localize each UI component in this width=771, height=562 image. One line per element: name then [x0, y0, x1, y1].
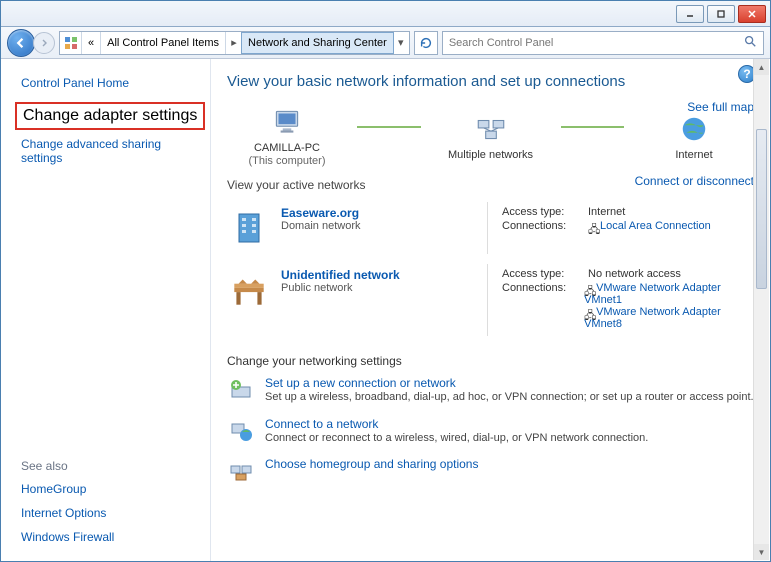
see-also-heading: See also: [15, 455, 210, 477]
windows-firewall-link[interactable]: Windows Firewall: [15, 525, 210, 549]
domain-network-icon: [227, 206, 271, 250]
dropdown-icon[interactable]: ▾: [393, 36, 409, 49]
access-type-label: Access type:: [502, 206, 582, 218]
breadcrumb-back[interactable]: «: [82, 32, 101, 54]
public-network-icon: [227, 268, 271, 312]
content-area: Control Panel Home Change adapter settin…: [1, 59, 770, 561]
connector-line-2: [561, 126, 625, 128]
network-map: See full map CAMILLA-PC(This computer) M…: [227, 100, 754, 170]
setup-new-connection-item[interactable]: Set up a new connection or network Set u…: [227, 376, 754, 404]
homegroup-icon: [227, 457, 255, 485]
adapter-icon: 🖧: [584, 307, 594, 317]
settings-heading: Change your networking settings: [227, 354, 754, 368]
computer-icon: [269, 104, 305, 140]
network-type-domain: Domain network: [281, 220, 360, 232]
network-name-unidentified[interactable]: Unidentified network: [281, 268, 400, 282]
forward-button[interactable]: [33, 32, 55, 54]
breadcrumb-all-items[interactable]: All Control Panel Items: [101, 32, 226, 54]
networks-icon: [473, 111, 509, 147]
search-placeholder: Search Control Panel: [449, 37, 554, 49]
map-this-computer: CAMILLA-PC(This computer): [227, 104, 347, 168]
scroll-up-button[interactable]: ▲: [754, 59, 769, 75]
homegroup-sharing-title: Choose homegroup and sharing options: [265, 457, 478, 471]
connections-label-2: Connections:: [502, 282, 578, 294]
setup-new-connection-desc: Set up a wireless, broadband, dial-up, a…: [265, 390, 754, 404]
network-row-unidentified: Unidentified network Public network Acce…: [227, 264, 754, 336]
change-adapter-settings-link[interactable]: Change adapter settings: [15, 102, 205, 130]
map-pc-label: CAMILLA-PC(This computer): [248, 142, 325, 168]
control-panel-icon[interactable]: [60, 32, 82, 54]
local-area-connection-link[interactable]: Local Area Connection: [600, 220, 711, 232]
address-bar: « All Control Panel Items ▸ Network and …: [1, 27, 770, 59]
connect-network-item[interactable]: Connect to a network Connect or reconnec…: [227, 417, 754, 445]
adapter-icon: 🖧: [588, 221, 598, 231]
map-multi-label: Multiple networks: [448, 149, 533, 162]
minimize-button[interactable]: [676, 5, 704, 23]
close-button[interactable]: [738, 5, 766, 23]
breadcrumb-network-sharing[interactable]: Network and Sharing Center: [241, 32, 394, 54]
change-advanced-sharing-link[interactable]: Change advanced sharing settings: [15, 132, 210, 170]
networking-settings: Change your networking settings Set up a…: [227, 354, 754, 485]
search-input[interactable]: Search Control Panel: [442, 31, 764, 55]
vertical-scrollbar[interactable]: ▲ ▼: [753, 59, 769, 560]
breadcrumb[interactable]: « All Control Panel Items ▸ Network and …: [59, 31, 410, 55]
vmnet1-link[interactable]: VMware Network Adapter VMnet1: [584, 282, 721, 306]
back-button[interactable]: [7, 29, 35, 57]
control-panel-home-link[interactable]: Control Panel Home: [15, 71, 210, 100]
access-type-label-2: Access type:: [502, 268, 582, 280]
connect-network-icon: [227, 417, 255, 445]
page-title: View your basic network information and …: [227, 73, 754, 90]
see-full-map-link[interactable]: See full map: [687, 100, 754, 114]
new-connection-icon: [227, 376, 255, 404]
search-icon[interactable]: [743, 34, 757, 51]
homegroup-link[interactable]: HomeGroup: [15, 477, 210, 501]
adapter-icon: 🖧: [584, 283, 594, 293]
connect-network-title: Connect to a network: [265, 417, 648, 431]
nav-buttons: [7, 29, 55, 57]
globe-icon: [676, 111, 712, 147]
map-internet-label: Internet: [675, 149, 712, 162]
active-networks-label: View your active networks: [227, 178, 366, 192]
vmnet8-link[interactable]: VMware Network Adapter VMnet8: [584, 306, 721, 330]
sidebar: Control Panel Home Change adapter settin…: [1, 59, 211, 561]
scroll-down-button[interactable]: ▼: [754, 544, 769, 560]
window-titlebar: [1, 1, 770, 27]
connector-line: [357, 126, 421, 128]
see-also-section: See also HomeGroup Internet Options Wind…: [15, 405, 210, 549]
main-panel: ? View your basic network information an…: [211, 59, 770, 561]
network-name-easeware[interactable]: Easeware.org: [281, 206, 360, 220]
internet-options-link[interactable]: Internet Options: [15, 501, 210, 525]
maximize-button[interactable]: [707, 5, 735, 23]
connect-disconnect-link[interactable]: Connect or disconnect: [635, 174, 754, 188]
access-type-value: Internet: [588, 206, 625, 218]
map-multiple-networks: Multiple networks: [431, 111, 551, 162]
network-type-public: Public network: [281, 282, 400, 294]
chevron-right-icon[interactable]: ▸: [226, 36, 242, 49]
access-type-value-2: No network access: [588, 268, 681, 280]
map-internet: Internet: [634, 111, 754, 162]
homegroup-sharing-item[interactable]: Choose homegroup and sharing options: [227, 457, 754, 485]
network-row-easeware: Easeware.org Domain network Access type:…: [227, 202, 754, 254]
scroll-thumb[interactable]: [756, 129, 767, 289]
connections-label: Connections:: [502, 220, 582, 232]
refresh-button[interactable]: [414, 31, 438, 55]
setup-new-connection-title: Set up a new connection or network: [265, 376, 754, 390]
connect-network-desc: Connect or reconnect to a wireless, wire…: [265, 431, 648, 445]
